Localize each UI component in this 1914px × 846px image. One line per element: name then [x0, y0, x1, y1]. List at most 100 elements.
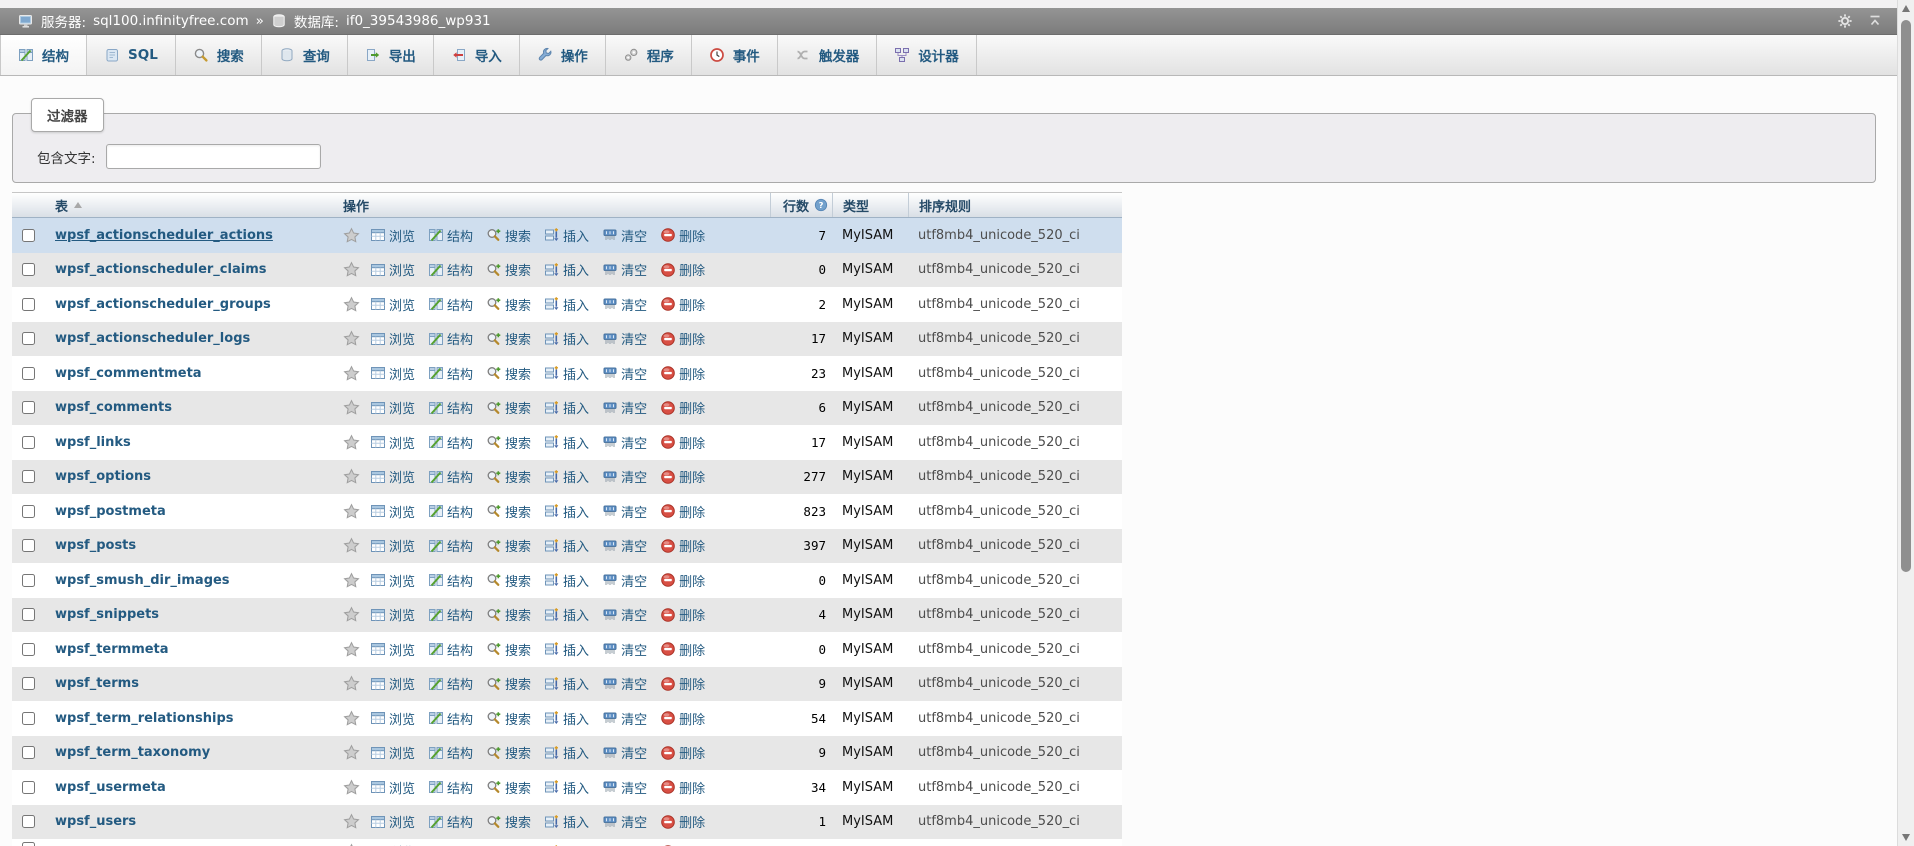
action-empty[interactable]: 清空 — [602, 433, 647, 452]
action-browse[interactable]: 浏览 — [370, 709, 415, 728]
action-empty[interactable]: 清空 — [602, 226, 647, 245]
gear-icon[interactable] — [1837, 13, 1853, 29]
favorite-star-icon[interactable] — [343, 813, 360, 830]
action-structure[interactable]: 结构 — [428, 640, 473, 659]
tab-import[interactable]: 导入 — [434, 35, 520, 75]
action-empty[interactable]: 清空 — [602, 640, 647, 659]
row-checkbox[interactable] — [22, 574, 35, 587]
favorite-star-icon[interactable] — [343, 572, 360, 589]
action-search[interactable]: 搜索 — [486, 260, 531, 279]
action-drop[interactable]: 删除 — [660, 709, 705, 728]
action-insert[interactable]: 插入 — [544, 842, 589, 846]
action-search[interactable]: 搜索 — [486, 674, 531, 693]
action-insert[interactable]: 插入 — [544, 433, 589, 452]
action-empty[interactable]: 清空 — [602, 812, 647, 831]
favorite-star-icon[interactable] — [343, 641, 360, 658]
favorite-star-icon[interactable] — [343, 779, 360, 796]
table-name-link[interactable]: wpsf_links — [55, 435, 131, 450]
action-empty[interactable]: 清空 — [602, 329, 647, 348]
favorite-star-icon[interactable] — [343, 365, 360, 382]
favorite-star-icon[interactable] — [343, 744, 360, 761]
scrollbar-down-arrow-icon[interactable] — [1902, 834, 1910, 841]
action-browse[interactable]: 浏览 — [370, 260, 415, 279]
filter-input[interactable] — [106, 144, 321, 169]
table-name-link[interactable]: wpsf_users — [55, 814, 136, 829]
action-search[interactable]: 搜索 — [486, 329, 531, 348]
action-search[interactable]: 搜索 — [486, 778, 531, 797]
action-drop[interactable]: 删除 — [660, 467, 705, 486]
row-checkbox[interactable] — [22, 367, 35, 380]
action-drop[interactable]: 删除 — [660, 502, 705, 521]
tab-routines[interactable]: 程序 — [606, 35, 692, 75]
action-insert[interactable]: 插入 — [544, 295, 589, 314]
action-structure[interactable]: 结构 — [428, 364, 473, 383]
table-name-link[interactable]: wpsf_actionscheduler_actions — [55, 228, 273, 243]
table-name-link[interactable]: wpsf_terms — [55, 676, 139, 691]
action-browse[interactable]: 浏览 — [370, 295, 415, 314]
row-checkbox[interactable] — [22, 332, 35, 345]
action-empty[interactable]: 清空 — [602, 571, 647, 590]
action-structure[interactable]: 结构 — [428, 433, 473, 452]
row-checkbox[interactable] — [22, 229, 35, 242]
row-checkbox[interactable] — [22, 677, 35, 690]
action-insert[interactable]: 插入 — [544, 640, 589, 659]
table-name-link[interactable]: wpsf_actionscheduler_logs — [55, 331, 250, 346]
action-browse[interactable]: 浏览 — [370, 842, 415, 846]
table-name-link[interactable]: wpsf_comments — [55, 400, 172, 415]
table-name-link[interactable]: wpsf_termmeta — [55, 642, 169, 657]
action-structure[interactable]: 结构 — [428, 812, 473, 831]
action-search[interactable]: 搜索 — [486, 571, 531, 590]
row-checkbox[interactable] — [22, 263, 35, 276]
favorite-star-icon[interactable] — [343, 261, 360, 278]
action-insert[interactable]: 插入 — [544, 364, 589, 383]
favorite-star-icon[interactable] — [343, 675, 360, 692]
action-browse[interactable]: 浏览 — [370, 778, 415, 797]
action-search[interactable]: 搜索 — [486, 812, 531, 831]
favorite-star-icon[interactable] — [343, 296, 360, 313]
action-drop[interactable]: 删除 — [660, 226, 705, 245]
action-insert[interactable]: 插入 — [544, 605, 589, 624]
action-drop[interactable]: 删除 — [660, 674, 705, 693]
action-insert[interactable]: 插入 — [544, 226, 589, 245]
action-browse[interactable]: 浏览 — [370, 433, 415, 452]
row-checkbox[interactable] — [22, 608, 35, 621]
action-search[interactable]: 搜索 — [486, 398, 531, 417]
action-insert[interactable]: 插入 — [544, 502, 589, 521]
scrollbar-thumb[interactable] — [1901, 20, 1911, 572]
row-checkbox[interactable] — [22, 781, 35, 794]
table-name-link[interactable]: wpsf_snippets — [55, 607, 159, 622]
action-empty[interactable]: 清空 — [602, 778, 647, 797]
table-name-link[interactable]: wpsf_postmeta — [55, 504, 166, 519]
table-name-link[interactable]: wpsf_actionscheduler_claims — [55, 262, 266, 277]
favorite-star-icon[interactable] — [343, 330, 360, 347]
action-drop[interactable]: 删除 — [660, 398, 705, 417]
action-insert[interactable]: 插入 — [544, 709, 589, 728]
action-browse[interactable]: 浏览 — [370, 812, 415, 831]
favorite-star-icon[interactable] — [343, 606, 360, 623]
server-link[interactable]: sql100.infinityfree.com — [93, 13, 249, 29]
row-checkbox[interactable] — [22, 298, 35, 311]
action-drop[interactable]: 删除 — [660, 605, 705, 624]
action-browse[interactable]: 浏览 — [370, 329, 415, 348]
action-drop[interactable]: 删除 — [660, 329, 705, 348]
page-scrollbar[interactable] — [1897, 0, 1914, 846]
row-checkbox[interactable] — [22, 505, 35, 518]
action-browse[interactable]: 浏览 — [370, 364, 415, 383]
action-drop[interactable]: 删除 — [660, 640, 705, 659]
tab-search[interactable]: 搜索 — [176, 35, 262, 75]
action-search[interactable]: 搜索 — [486, 536, 531, 555]
action-search[interactable]: 搜索 — [486, 226, 531, 245]
table-name-link[interactable]: wpsf_commentmeta — [55, 366, 202, 381]
favorite-star-icon[interactable] — [343, 434, 360, 451]
action-structure[interactable]: 结构 — [428, 295, 473, 314]
action-insert[interactable]: 插入 — [544, 260, 589, 279]
action-drop[interactable]: 删除 — [660, 364, 705, 383]
action-browse[interactable]: 浏览 — [370, 398, 415, 417]
database-link[interactable]: if0_39543986_wp931 — [346, 13, 491, 29]
table-name-link[interactable]: wpsf_term_relationships — [55, 711, 234, 726]
action-structure[interactable]: 结构 — [428, 398, 473, 417]
action-drop[interactable]: 删除 — [660, 571, 705, 590]
action-search[interactable]: 搜索 — [486, 842, 531, 846]
action-search[interactable]: 搜索 — [486, 605, 531, 624]
action-search[interactable]: 搜索 — [486, 364, 531, 383]
